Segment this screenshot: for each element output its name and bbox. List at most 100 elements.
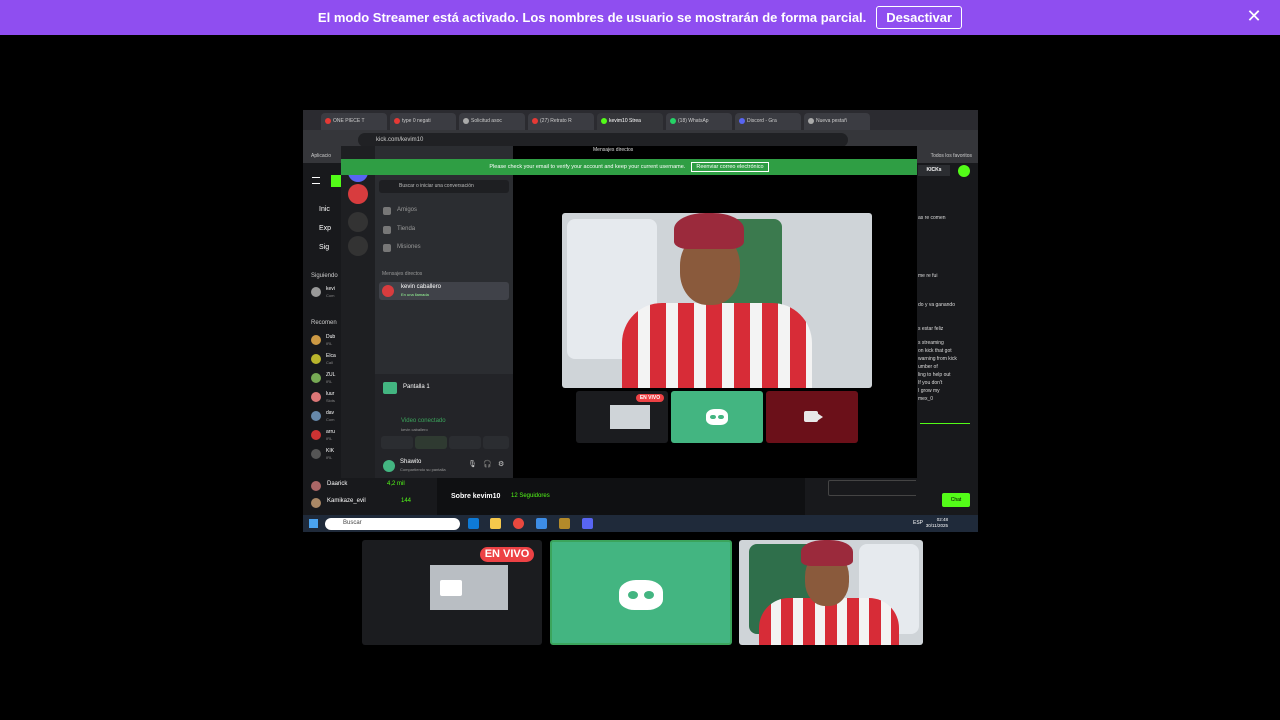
server-icon[interactable] xyxy=(348,184,368,204)
channel-item[interactable]: dav Com xyxy=(309,409,339,423)
about-panel: Sobre kevim10 12 Seguidores xyxy=(437,478,805,515)
webcam-tile[interactable] xyxy=(739,540,923,645)
browser-tab[interactable]: type 0 negati xyxy=(390,113,456,130)
deactivate-button[interactable]: Desactivar xyxy=(876,6,963,29)
bookmark-all-favorites[interactable]: Todos los favoritos xyxy=(931,153,972,159)
person-cap xyxy=(801,540,853,566)
avatar xyxy=(311,498,321,508)
server-icon[interactable] xyxy=(348,212,368,232)
kick-sidebar: Inic Exp Sig Siguiendo kevi Com Recomen D… xyxy=(303,163,341,515)
nav-explore[interactable]: Exp xyxy=(309,225,331,232)
search-input[interactable]: Buscar o iniciar una conversación xyxy=(379,180,509,193)
channel-item[interactable]: arru IRL xyxy=(309,428,339,442)
chat-message: on kick that got xyxy=(918,348,952,354)
camera-tile[interactable] xyxy=(766,391,858,443)
followers-count: 12 Seguidores xyxy=(511,493,550,499)
recommended-heading: Recomen xyxy=(311,320,337,326)
discord-logo-icon xyxy=(619,580,663,610)
video-connected-sub: kevin caballero xyxy=(401,427,428,432)
main-video-feed[interactable] xyxy=(562,213,872,388)
bookmark-apps[interactable]: Aplicacio xyxy=(311,153,331,159)
chat-message: me re fui xyxy=(918,273,938,279)
browser-tab[interactable]: ONE PIECE T xyxy=(321,113,387,130)
kicks-button[interactable]: KICKs xyxy=(918,165,950,176)
channel-item[interactable]: luur Slots xyxy=(309,390,339,404)
dm-item[interactable]: kevin caballero En una llamada xyxy=(379,282,509,300)
browser-tab[interactable]: Nueva pestañ xyxy=(804,113,870,130)
stream-preview-tile[interactable]: EN VIVO xyxy=(362,540,542,645)
windows-start-icon[interactable] xyxy=(309,519,318,528)
viewer-count: 144 xyxy=(401,498,412,504)
compass-icon[interactable] xyxy=(348,236,368,256)
screen-label: Pantalla 1 xyxy=(403,384,430,390)
user-status: Compartiendo su pantalla xyxy=(400,467,446,472)
soundboard-button[interactable] xyxy=(483,436,509,449)
chat-message: ling to help out xyxy=(918,372,951,378)
channel-name[interactable]: Kamikaze_evil xyxy=(327,498,366,504)
url-field[interactable]: kick.com/kevim10 xyxy=(358,133,848,147)
discord-logo-icon xyxy=(706,409,728,425)
avatar[interactable] xyxy=(958,165,970,177)
channel-item[interactable]: Elca Call xyxy=(309,352,339,366)
chrome-icon[interactable] xyxy=(513,518,524,529)
menu-icon[interactable] xyxy=(312,177,320,184)
about-title: Sobre kevim10 xyxy=(451,493,501,500)
discord-icon[interactable] xyxy=(582,518,593,529)
chat-message: as re comen xyxy=(918,215,946,221)
nav-following[interactable]: Sig xyxy=(309,244,329,251)
viewer-count: 4,2 mil xyxy=(387,481,405,487)
activities-button[interactable] xyxy=(449,436,481,449)
store-item[interactable]: Tienda xyxy=(383,226,415,234)
dm-status: En una llamada xyxy=(401,292,429,297)
camera-toggle-button[interactable] xyxy=(381,436,413,449)
chat-message: do y va ganando xyxy=(918,302,955,308)
quests-item[interactable]: Misiones xyxy=(383,244,421,252)
taskbar-clock[interactable]: 02:48 30/11/2025 xyxy=(926,517,948,529)
chat-message: warning from kick xyxy=(918,356,957,362)
chat-message: umber of xyxy=(918,364,938,370)
channel-item[interactable]: Dub IRL xyxy=(309,333,339,347)
file-explorer-icon[interactable] xyxy=(490,518,501,529)
store-icon[interactable] xyxy=(536,518,547,529)
channel-item[interactable]: kevi Com xyxy=(309,285,339,299)
live-badge: EN VIVO xyxy=(480,547,534,562)
taskbar-search[interactable]: Buscar xyxy=(325,518,460,530)
user-name: Shawito xyxy=(400,459,422,465)
headphones-icon[interactable]: 🎧 xyxy=(483,460,492,468)
chat-send-button[interactable]: Chat xyxy=(942,493,970,507)
camera-icon-lens xyxy=(817,413,823,421)
browser-tab[interactable]: Discord - Gra xyxy=(735,113,801,130)
browser-tab[interactable]: Solicitud asoc xyxy=(459,113,525,130)
nav-home[interactable]: Inic xyxy=(309,206,330,213)
screen-share-stage: ONE PIECE T type 0 negati Solicitud asoc… xyxy=(303,110,978,532)
close-icon[interactable]: ✕ xyxy=(1246,7,1262,25)
resend-email-button[interactable]: Reenviar correo electrónico xyxy=(691,162,769,172)
verify-message: Please check your email to verify your a… xyxy=(489,164,686,170)
following-heading: Siguiendo xyxy=(311,273,338,279)
screen-share-button[interactable] xyxy=(415,436,447,449)
screen-icon xyxy=(383,382,397,394)
browser-tab[interactable]: (18) WhatsAp xyxy=(666,113,732,130)
window-title: Mensajes directos xyxy=(593,147,634,153)
chat-message: If you don't xyxy=(918,380,943,386)
settings-icon[interactable]: ⚙ xyxy=(498,460,504,468)
streamer-mode-banner: El modo Streamer está activado. Los nomb… xyxy=(0,0,1280,35)
discord-user-tile-large[interactable] xyxy=(550,540,732,645)
edge-icon[interactable] xyxy=(468,518,479,529)
app-icon[interactable] xyxy=(559,518,570,529)
language-indicator[interactable]: ESP xyxy=(913,520,923,526)
streamer-mode-message: El modo Streamer está activado. Los nomb… xyxy=(317,10,867,25)
screen-share-tile[interactable]: EN VIVO xyxy=(576,391,668,443)
live-badge: EN VIVO xyxy=(636,394,664,402)
person-shirt xyxy=(622,303,812,388)
channel-item[interactable]: KIK IRL xyxy=(309,447,339,461)
channel-item[interactable]: ZUL IRL xyxy=(309,371,339,385)
dm-heading: Mensajes directos xyxy=(382,271,423,277)
microphone-icon[interactable]: 🎙 xyxy=(468,460,477,468)
channel-name[interactable]: Daarick xyxy=(327,481,347,487)
browser-tab-active[interactable]: kevim10 Strea xyxy=(597,113,663,130)
browser-tab[interactable]: (27) Retrato R xyxy=(528,113,594,130)
discord-user-tile[interactable] xyxy=(671,391,763,443)
kick-logo[interactable] xyxy=(331,175,341,187)
friends-item[interactable]: Amigos xyxy=(383,207,417,215)
